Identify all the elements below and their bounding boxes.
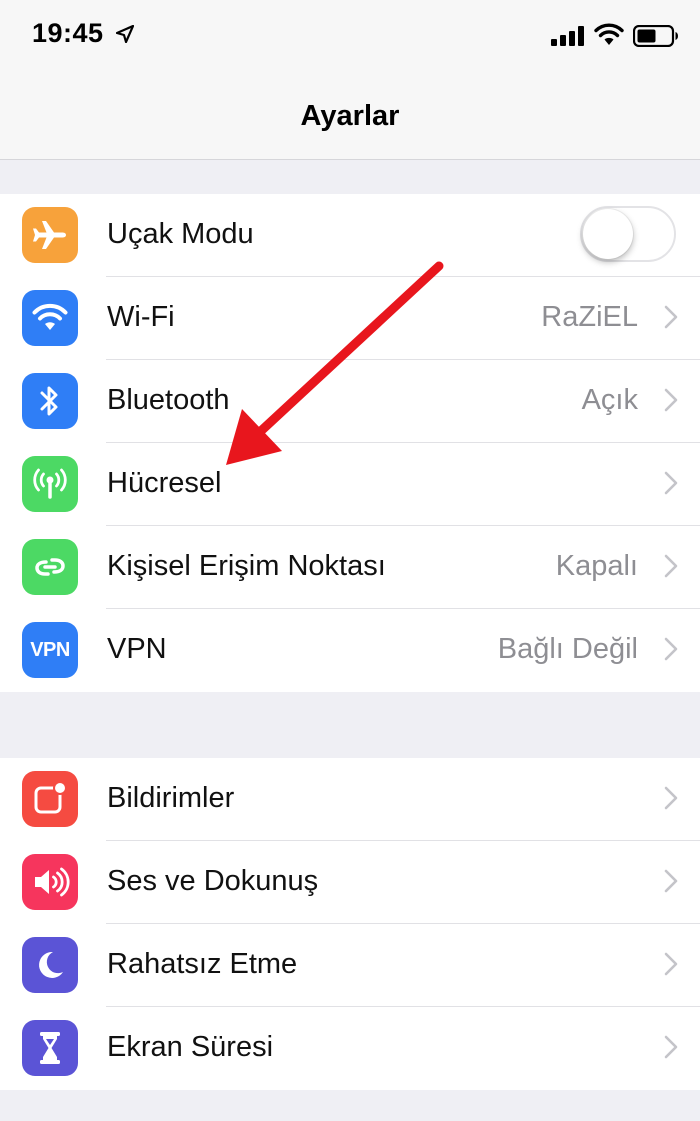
wifi-label: Wi-Fi [107,301,175,333]
page-title: Ayarlar [300,100,400,132]
chevron-right-icon [664,637,678,661]
bluetooth-label: Bluetooth [107,384,230,416]
status-bar: 19:45 [0,0,700,70]
location-arrow-icon [116,25,134,43]
sounds-haptics-label: Ses ve Dokunuş [107,865,319,897]
toggle-knob [583,209,633,259]
chevron-right-icon [664,554,678,578]
vpn-label: VPN [107,633,167,665]
chevron-right-icon [664,305,678,329]
screen-time-label: Ekran Süresi [107,1031,274,1063]
settings-group-notifications: Bildirimler Ses ve Dokunuş Rahatsız Etme [0,758,700,1090]
settings-row-vpn[interactable]: VPN VPN Bağlı Değil [0,609,700,692]
settings-row-sounds-haptics[interactable]: Ses ve Dokunuş [0,841,700,924]
wifi-icon [22,290,78,346]
bluetooth-icon [22,373,78,429]
wifi-icon [594,23,624,45]
airplane-icon [22,207,78,263]
airplane-mode-label: Uçak Modu [107,218,254,250]
speaker-icon [22,854,78,910]
chain-link-icon [22,539,78,595]
settings-row-notifications[interactable]: Bildirimler [0,758,700,841]
chevron-right-icon [664,471,678,495]
navigation-bar: Ayarlar [0,70,700,160]
settings-row-bluetooth[interactable]: Bluetooth Açık [0,360,700,443]
moon-icon [22,937,78,993]
status-time: 19:45 [32,18,104,48]
vpn-status-value: Bağlı Değil [497,633,638,665]
vpn-icon: VPN [22,622,78,678]
battery-icon [633,25,678,47]
airplane-mode-toggle[interactable] [580,206,676,262]
chevron-right-icon [664,869,678,893]
settings-row-wifi[interactable]: Wi-Fi RaZiEL [0,277,700,360]
wifi-network-value: RaZiEL [541,301,638,333]
personal-hotspot-status-value: Kapalı [555,550,638,582]
do-not-disturb-label: Rahatsız Etme [107,948,298,980]
vpn-icon-text: VPN [30,638,70,661]
cellular-label: Hücresel [107,467,222,499]
hourglass-icon [22,1020,78,1076]
chevron-right-icon [664,786,678,810]
settings-row-do-not-disturb[interactable]: Rahatsız Etme [0,924,700,1007]
bluetooth-status-value: Açık [581,384,638,416]
bell-badge-icon [22,771,78,827]
settings-row-screen-time[interactable]: Ekran Süresi [0,1007,700,1090]
notifications-label: Bildirimler [107,782,235,814]
settings-row-airplane-mode[interactable]: Uçak Modu [0,194,700,277]
antenna-icon [22,456,78,512]
cell-signal-icon [551,26,584,46]
chevron-right-icon [664,1035,678,1059]
chevron-right-icon [664,388,678,412]
settings-group-connectivity: Uçak Modu Wi-Fi RaZiEL Bluetooth Açık Hü… [0,194,700,692]
chevron-right-icon [664,952,678,976]
personal-hotspot-label: Kişisel Erişim Noktası [107,550,386,582]
settings-row-cellular[interactable]: Hücresel [0,443,700,526]
settings-row-personal-hotspot[interactable]: Kişisel Erişim Noktası Kapalı [0,526,700,609]
